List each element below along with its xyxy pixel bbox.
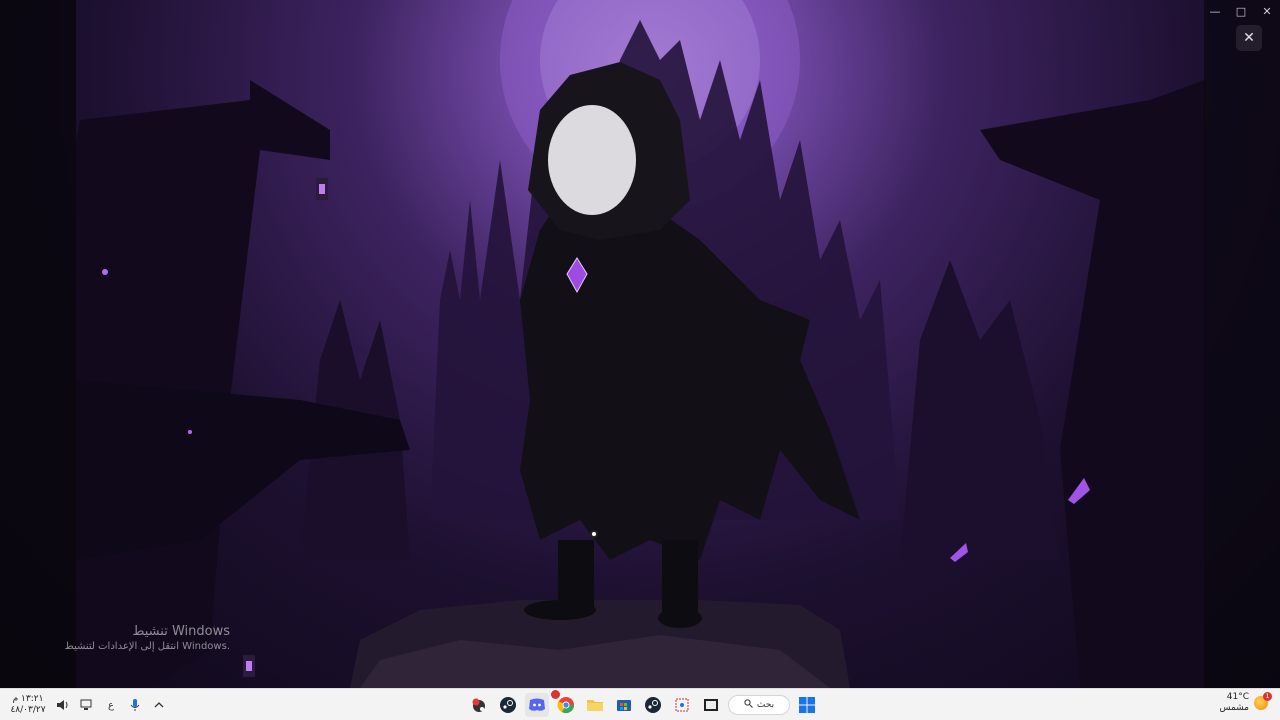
steam-icon[interactable] [641, 693, 665, 717]
system-tray: ١٣:٢١ م ٤٨/٠٣/٢٧ ع [8, 689, 168, 720]
clock-suffix: م [12, 694, 19, 704]
weather-desc: مشمس [1219, 703, 1249, 713]
chrome-icon[interactable] [551, 690, 578, 717]
desktop-screen: — □ ✕ ✕ تنشيط Windows انتقل إلى الإعدادا… [0, 0, 1280, 720]
language-indicator[interactable]: ع [102, 696, 120, 714]
close-icon: ✕ [1243, 30, 1255, 46]
left-dim-overlay [0, 0, 76, 688]
folder-icon[interactable] [583, 693, 607, 717]
watermark-title: تنشيط Windows [132, 624, 230, 639]
hooded-figure-artwork [76, 0, 1205, 688]
search-label: بحث [756, 700, 775, 710]
sun-icon: 1 [1254, 692, 1272, 710]
taskbar-apps: بحث [459, 690, 819, 718]
discord-icon[interactable] [525, 693, 549, 717]
minimize-icon[interactable]: — [1202, 0, 1228, 22]
weather-badge: 1 [1263, 692, 1272, 701]
microphone-icon[interactable] [126, 696, 144, 714]
chrome-badge [551, 690, 560, 699]
weather-text: 41°C مشمس [1219, 692, 1249, 714]
network-icon[interactable] [78, 696, 96, 714]
volume-icon[interactable] [54, 696, 72, 714]
store-icon[interactable] [612, 693, 636, 717]
steam-icon[interactable] [496, 693, 520, 717]
file-explorer-icon[interactable] [699, 693, 723, 717]
maximize-icon[interactable]: □ [1228, 0, 1254, 22]
right-dim-overlay [1204, 0, 1280, 688]
weather-temp: 41°C [1226, 692, 1249, 702]
wallpaper-image [0, 0, 1280, 688]
other-app-icon[interactable] [467, 693, 491, 717]
snipping-tool-icon[interactable] [670, 693, 694, 717]
clock[interactable]: ١٣:٢١ م ٤٨/٠٣/٢٧ [8, 694, 48, 716]
window-controls: — □ ✕ [1202, 0, 1280, 22]
chevron-up-icon[interactable] [150, 696, 168, 714]
viewer-close-button[interactable]: ✕ [1236, 25, 1262, 51]
weather-widget[interactable]: 41°C مشمس 1 [1219, 692, 1272, 714]
close-icon[interactable]: ✕ [1254, 0, 1280, 22]
clock-date: ٤٨/٠٣/٢٧ [10, 705, 46, 715]
windows-start-icon[interactable] [795, 693, 819, 717]
activation-watermark: تنشيط Windows انتقل إلى الإعدادات لتنشيط… [60, 624, 230, 652]
clock-time: ١٣:٢١ [21, 694, 44, 704]
search-input[interactable]: بحث [728, 695, 790, 715]
taskbar: ١٣:٢١ م ٤٨/٠٣/٢٧ ع بحث 41°C مشمس 1 [0, 688, 1280, 720]
search-icon [744, 699, 753, 711]
watermark-subtitle: انتقل إلى الإعدادات لتنشيط Windows. [64, 641, 230, 652]
mouse-cursor [590, 530, 598, 538]
